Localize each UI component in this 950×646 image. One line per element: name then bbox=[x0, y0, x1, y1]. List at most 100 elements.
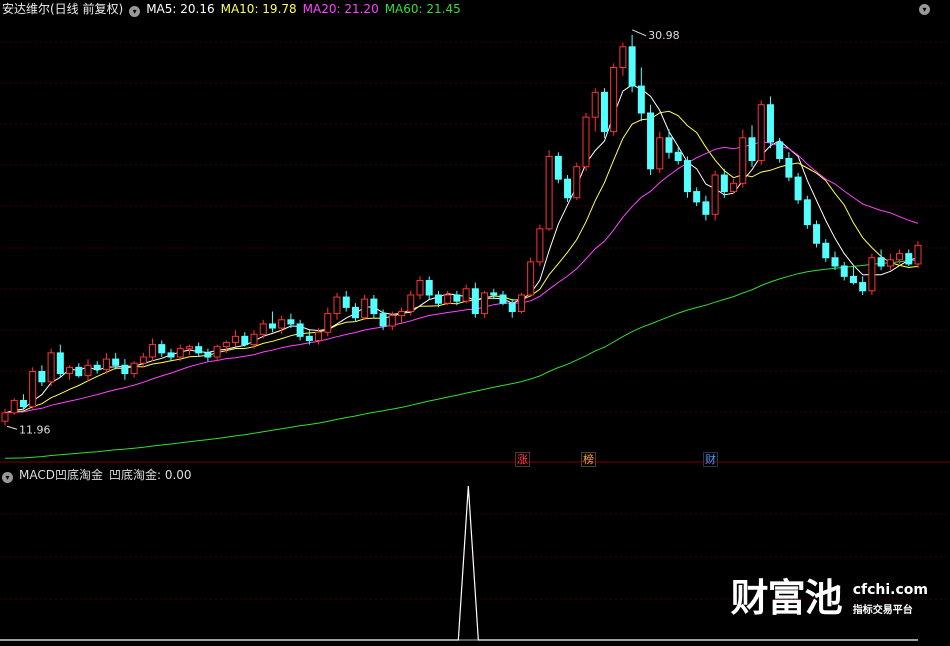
candle-body bbox=[379, 313, 387, 327]
candle-body bbox=[739, 137, 747, 184]
candle-body bbox=[683, 160, 691, 193]
watermark: 财富池 cfchi.com 指标交易平台 bbox=[731, 576, 928, 620]
watermark-domain: cfchi.com bbox=[852, 582, 928, 598]
candle-body bbox=[287, 319, 295, 325]
candle-body bbox=[47, 352, 55, 383]
candle-body bbox=[840, 265, 848, 277]
candle-body bbox=[278, 319, 286, 329]
candle-body bbox=[914, 244, 922, 265]
candle-body bbox=[554, 155, 562, 180]
candle-body bbox=[674, 151, 682, 162]
indicator-toggle-icon[interactable]: ▾ bbox=[2, 472, 13, 483]
candle-body bbox=[536, 228, 544, 263]
candle-body bbox=[702, 201, 710, 215]
ma5-label: MA5: 20.16 bbox=[146, 2, 215, 16]
candle-body bbox=[204, 352, 212, 358]
candle-body bbox=[1, 412, 9, 422]
candle-body bbox=[517, 294, 525, 313]
indicator-name[interactable]: MACD凹底淘金 bbox=[19, 468, 103, 482]
candle-body bbox=[259, 323, 267, 335]
indicator-header: ▾ MACD凹底淘金 凹底淘金: 0.00 bbox=[2, 467, 198, 483]
candle-body bbox=[665, 137, 673, 153]
candle-body bbox=[619, 46, 627, 68]
candle-body bbox=[877, 257, 885, 267]
candle-body bbox=[185, 346, 193, 350]
candle-body bbox=[527, 261, 535, 296]
low-marker-arrow bbox=[6, 425, 18, 430]
candle-body bbox=[831, 257, 839, 267]
candle-body bbox=[471, 288, 479, 315]
candle-body bbox=[425, 279, 433, 296]
candle-body bbox=[813, 224, 821, 244]
candle-body bbox=[102, 358, 110, 370]
candle-body bbox=[324, 313, 332, 333]
candle-body bbox=[499, 294, 507, 304]
candle-body bbox=[130, 362, 138, 375]
chart-canvas[interactable]: 30.98 11.96 bbox=[0, 0, 950, 646]
candle-body bbox=[121, 364, 129, 375]
watermark-slogan: 指标交易平台 bbox=[852, 605, 913, 616]
candle-body bbox=[112, 358, 120, 366]
candle-body bbox=[481, 292, 489, 315]
candle-body bbox=[407, 294, 415, 313]
candle-body bbox=[628, 46, 636, 87]
candle-body bbox=[730, 182, 738, 193]
event-cai-badge[interactable]: 财 bbox=[703, 452, 718, 467]
candle-body bbox=[75, 366, 83, 377]
candle-body bbox=[573, 166, 581, 199]
candle-body bbox=[158, 344, 166, 354]
candle-body bbox=[591, 91, 599, 118]
candle-body bbox=[370, 298, 378, 315]
candle-body bbox=[388, 315, 396, 327]
candle-body bbox=[693, 191, 701, 203]
candle-body bbox=[803, 199, 811, 226]
candle-body bbox=[453, 294, 461, 302]
candle-body bbox=[711, 174, 719, 215]
candle-body bbox=[785, 157, 793, 178]
candle-body bbox=[213, 346, 221, 358]
main-chart-header: 安达维尔(日线 前复权) ▾ MA5: 20.16 MA10: 19.78 MA20: … bbox=[2, 1, 467, 17]
candle-body bbox=[748, 137, 756, 162]
high-marker-arrow bbox=[631, 29, 647, 37]
candle-body bbox=[176, 348, 184, 358]
candle-body bbox=[398, 311, 406, 317]
candle-body bbox=[38, 370, 46, 383]
event-zhang-badge[interactable]: 涨 bbox=[515, 452, 530, 467]
candle-body bbox=[361, 298, 369, 319]
high-price-label: 30.98 bbox=[648, 29, 680, 42]
candle-body bbox=[333, 296, 341, 315]
candle-body bbox=[444, 294, 452, 304]
candle-body bbox=[490, 292, 498, 296]
candle-body bbox=[794, 176, 802, 201]
candle-body bbox=[720, 174, 728, 193]
candle-body bbox=[822, 242, 830, 259]
candle-body bbox=[56, 352, 64, 375]
candle-body bbox=[222, 342, 230, 348]
candle-body bbox=[351, 306, 359, 319]
candle-body bbox=[416, 279, 424, 296]
candle-body bbox=[600, 91, 608, 133]
candle-body bbox=[776, 141, 784, 159]
candle-body bbox=[434, 294, 442, 304]
candle-body bbox=[241, 335, 249, 346]
watermark-brand: 财富池 bbox=[730, 576, 843, 620]
candle-body bbox=[93, 364, 101, 370]
candle-body bbox=[868, 257, 876, 292]
collapse-icon[interactable]: ▾ bbox=[919, 4, 930, 15]
candle-body bbox=[250, 333, 258, 346]
stock-title[interactable]: 安达维尔(日线 前复权) bbox=[2, 2, 123, 16]
candle-body bbox=[647, 112, 655, 170]
ma10-label: MA10: 19.78 bbox=[220, 2, 297, 16]
candle-body bbox=[167, 352, 175, 358]
settings-toggle-icon[interactable]: ▾ bbox=[129, 6, 141, 17]
low-price-label: 11.96 bbox=[19, 423, 51, 436]
candle-body bbox=[66, 366, 74, 375]
event-bang-badge[interactable]: 榜 bbox=[581, 452, 596, 467]
candle-body bbox=[149, 344, 157, 358]
candle-body bbox=[84, 364, 92, 377]
candle-body bbox=[905, 253, 913, 265]
candle-body bbox=[545, 155, 553, 230]
candle-body bbox=[10, 399, 18, 414]
candle-body bbox=[564, 178, 572, 199]
candle-body bbox=[582, 116, 590, 168]
